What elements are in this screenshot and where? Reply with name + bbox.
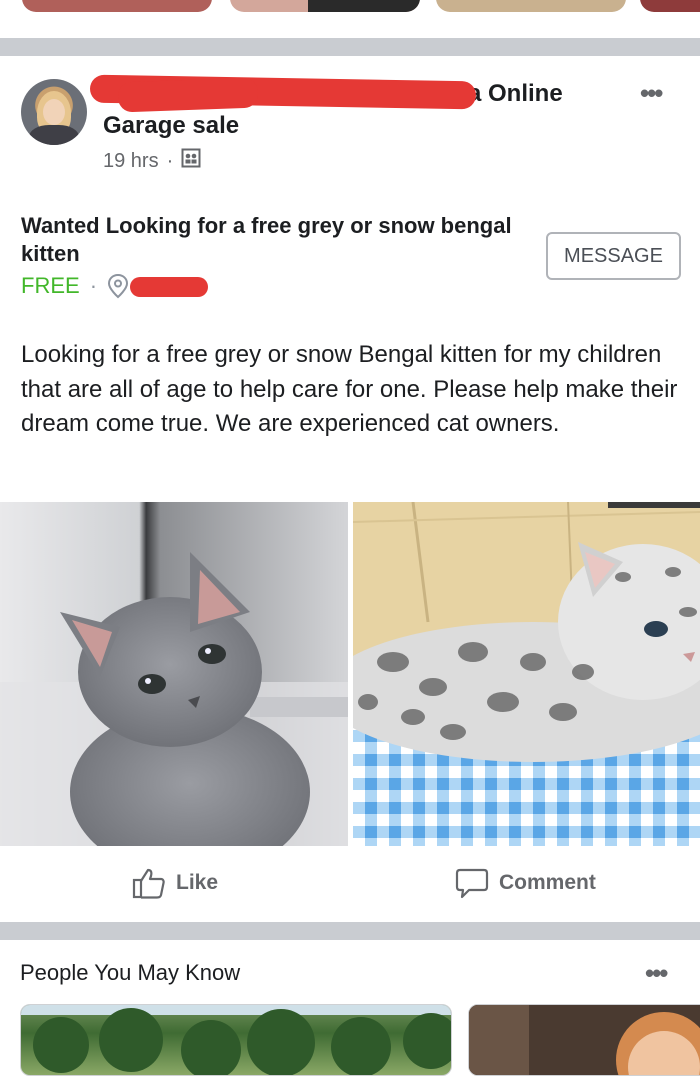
- comment-button[interactable]: Comment: [455, 866, 596, 900]
- suggestion-card-2[interactable]: [468, 1004, 700, 1076]
- people-you-may-know-title: People You May Know: [20, 960, 241, 985]
- more-dots-icon[interactable]: •••: [640, 78, 663, 109]
- redaction-mark: [130, 277, 208, 297]
- redaction-mark: [117, 77, 259, 113]
- grey-kitten-photo[interactable]: [0, 502, 348, 846]
- avatar[interactable]: [21, 79, 87, 145]
- feed-separator: [0, 38, 700, 56]
- comment-label: Comment: [499, 871, 596, 894]
- previous-card-4[interactable]: [640, 0, 700, 12]
- snow-bengal-kitten-photo[interactable]: [353, 502, 700, 846]
- like-label: Like: [176, 871, 219, 894]
- listing-description: Looking for a free grey or snow Bengal k…: [21, 341, 678, 437]
- more-dots-icon[interactable]: •••: [645, 958, 668, 989]
- listing-price: FREE: [21, 273, 80, 298]
- post-meta: 19 hrs ·: [103, 148, 201, 174]
- like-button[interactable]: Like: [132, 866, 218, 900]
- post-time[interactable]: 19 hrs: [103, 150, 159, 173]
- meta-separator: ·: [166, 149, 174, 172]
- previous-card-1[interactable]: [22, 0, 212, 12]
- listing-price-row: FREE ·: [21, 273, 129, 299]
- meta-separator: ·: [89, 273, 98, 298]
- group-subtitle[interactable]: Garage sale: [103, 112, 239, 140]
- suggestion-card-1[interactable]: [20, 1004, 452, 1076]
- previous-card-3[interactable]: [436, 0, 626, 12]
- message-button[interactable]: MESSAGE: [546, 232, 681, 280]
- listing-title[interactable]: Wanted Looking for a free grey or snow b…: [21, 212, 541, 268]
- comment-bubble-icon: [455, 866, 489, 900]
- group-name[interactable]: a Online: [468, 80, 563, 108]
- feed-separator: [0, 922, 700, 940]
- previous-card-2[interactable]: [230, 0, 420, 12]
- group-members-icon: [181, 148, 201, 174]
- thumbs-up-icon: [132, 866, 166, 900]
- location-pin-icon[interactable]: [107, 273, 129, 299]
